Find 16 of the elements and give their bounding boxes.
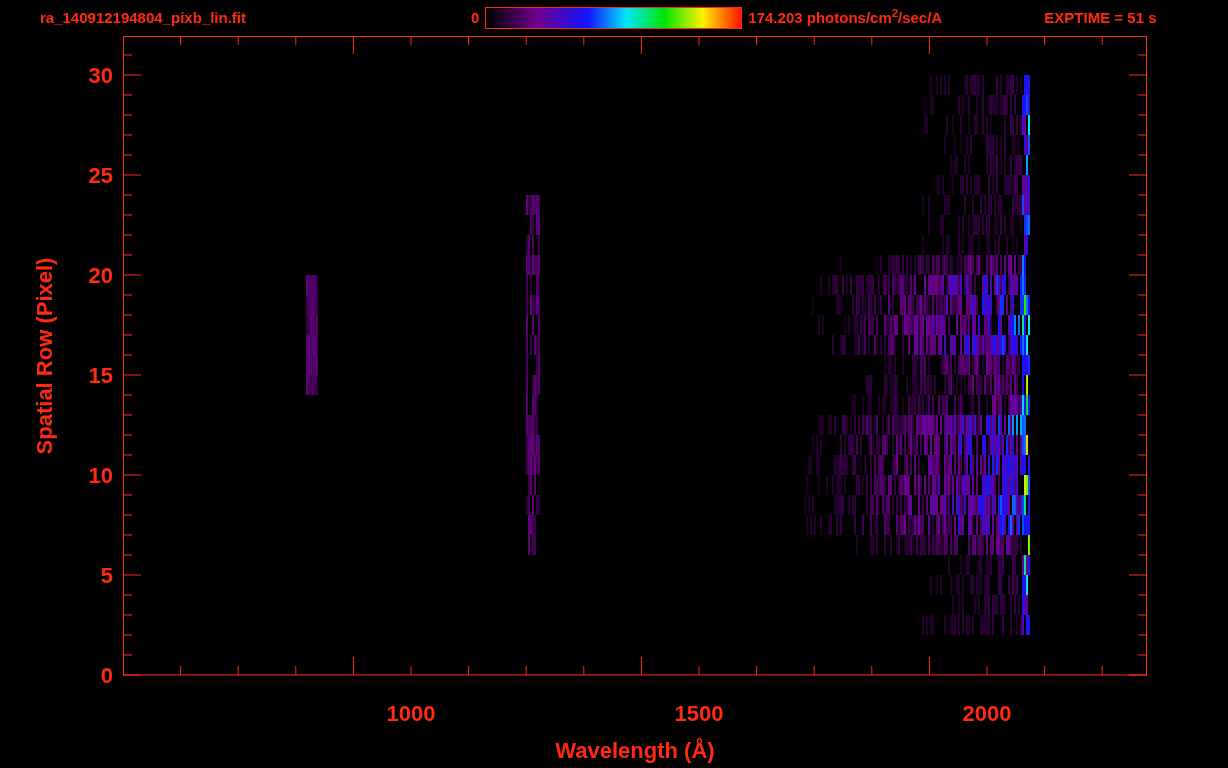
- colorbar-max-label: 174.203 photons/cm$^{2}$/sec/A: [748, 6, 944, 28]
- y-tick-label: 30: [88, 63, 113, 88]
- file-name: ra_140912194804_pixb_lin.fit: [40, 7, 247, 28]
- y-tick-label: 20: [88, 263, 113, 288]
- y-tick-label: 15: [88, 363, 113, 388]
- x-tick-label: 2000: [962, 701, 1012, 726]
- x-tick-label: 1500: [674, 701, 724, 726]
- exposure-time: EXPTIME = 51 s: [1044, 7, 1157, 28]
- colorbar-min-label: 0: [471, 7, 480, 28]
- y-tick-label: 5: [100, 563, 113, 588]
- x-tick-label: 1000: [386, 701, 436, 726]
- y-axis-title: Spatial Row (Pixel): [32, 257, 57, 455]
- x-axis-title: Wavelength (Å): [555, 738, 715, 763]
- y-tick-label: 25: [88, 163, 113, 188]
- y-tick-label: 10: [88, 463, 113, 488]
- y-tick-label: 0: [100, 663, 113, 688]
